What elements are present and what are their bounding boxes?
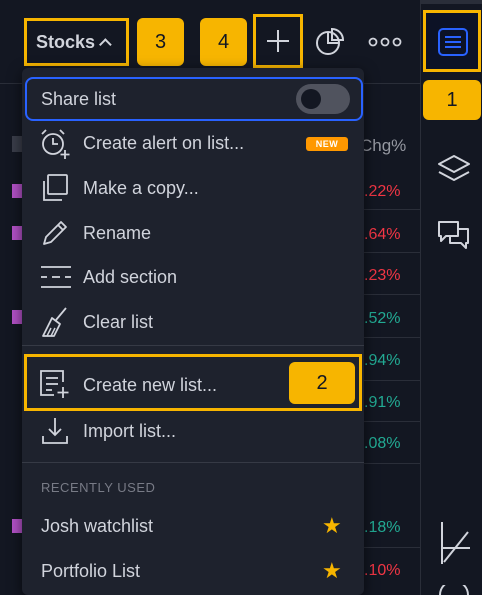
row-divider	[358, 463, 420, 464]
row-divider	[358, 209, 420, 210]
import-list-item[interactable]: Import list...	[83, 421, 176, 442]
column-header-mark	[12, 136, 22, 152]
star-icon[interactable]: ★	[322, 558, 342, 584]
help-icon[interactable]	[436, 585, 472, 595]
chg-value: .18%	[364, 519, 401, 536]
chg-value: .22%	[364, 183, 401, 200]
alarm-clock-icon	[41, 129, 70, 159]
annotation-badge-1: 1	[423, 80, 481, 120]
annotation-badge-4: 4	[200, 18, 247, 66]
menu-divider	[22, 462, 364, 463]
chg-value: .08%	[364, 435, 401, 452]
star-icon[interactable]: ★	[322, 513, 342, 539]
toggle-knob	[301, 89, 321, 109]
row-marker	[12, 310, 22, 324]
chg-value: .64%	[364, 226, 401, 243]
chg-value: .23%	[364, 267, 401, 284]
row-divider	[358, 294, 420, 295]
share-list-label: Share list	[41, 89, 117, 109]
watchlist-name: Stocks	[36, 31, 96, 52]
watchlist-panel-button[interactable]	[423, 10, 481, 72]
broom-icon	[42, 307, 67, 337]
row-divider	[358, 380, 420, 381]
row-marker	[12, 226, 22, 240]
create-new-list-item[interactable]: Create new list...	[83, 375, 217, 396]
pencil-icon	[43, 221, 67, 245]
new-list-icon	[40, 370, 69, 398]
chat-icon[interactable]	[436, 218, 472, 254]
clear-list-item[interactable]: Clear list	[83, 312, 153, 333]
create-alert-item[interactable]: Create alert on list...	[83, 133, 244, 154]
row-marker	[12, 519, 22, 533]
make-copy-item[interactable]: Make a copy...	[83, 178, 199, 199]
add-section-item[interactable]: Add section	[83, 267, 177, 288]
add-section-icon	[41, 266, 71, 288]
chg-value: .10%	[364, 562, 401, 579]
drawing-tools-icon[interactable]	[438, 520, 472, 568]
chg-value: .91%	[364, 394, 401, 411]
chg-percent-header[interactable]: Chg%	[360, 136, 406, 156]
recently-used-heading: RECENTLY USED	[41, 480, 156, 495]
import-icon	[42, 418, 68, 444]
row-divider	[358, 421, 420, 422]
chg-value: .52%	[364, 310, 401, 327]
watchlist-selector-button[interactable]: Stocks	[24, 18, 129, 66]
copy-icon	[43, 174, 68, 201]
rename-item[interactable]: Rename	[83, 223, 151, 244]
chg-value: .94%	[364, 352, 401, 369]
pie-chart-icon[interactable]	[314, 26, 346, 58]
more-options-icon[interactable]	[368, 36, 402, 48]
row-divider	[358, 337, 420, 338]
menu-divider	[22, 345, 364, 346]
recent-list-item[interactable]: Portfolio List	[41, 561, 140, 582]
row-divider	[358, 252, 420, 253]
annotation-badge-2: 2	[289, 362, 355, 404]
row-marker	[12, 184, 22, 198]
share-list-toggle[interactable]	[296, 84, 350, 114]
row-divider	[358, 547, 420, 548]
layers-icon[interactable]	[436, 153, 472, 185]
chevron-up-icon	[99, 37, 112, 51]
new-badge: NEW	[306, 137, 348, 151]
list-icon	[438, 28, 468, 56]
annotation-badge-3: 3	[137, 18, 184, 66]
add-symbol-button[interactable]	[253, 14, 303, 68]
recent-list-item[interactable]: Josh watchlist	[41, 516, 153, 537]
